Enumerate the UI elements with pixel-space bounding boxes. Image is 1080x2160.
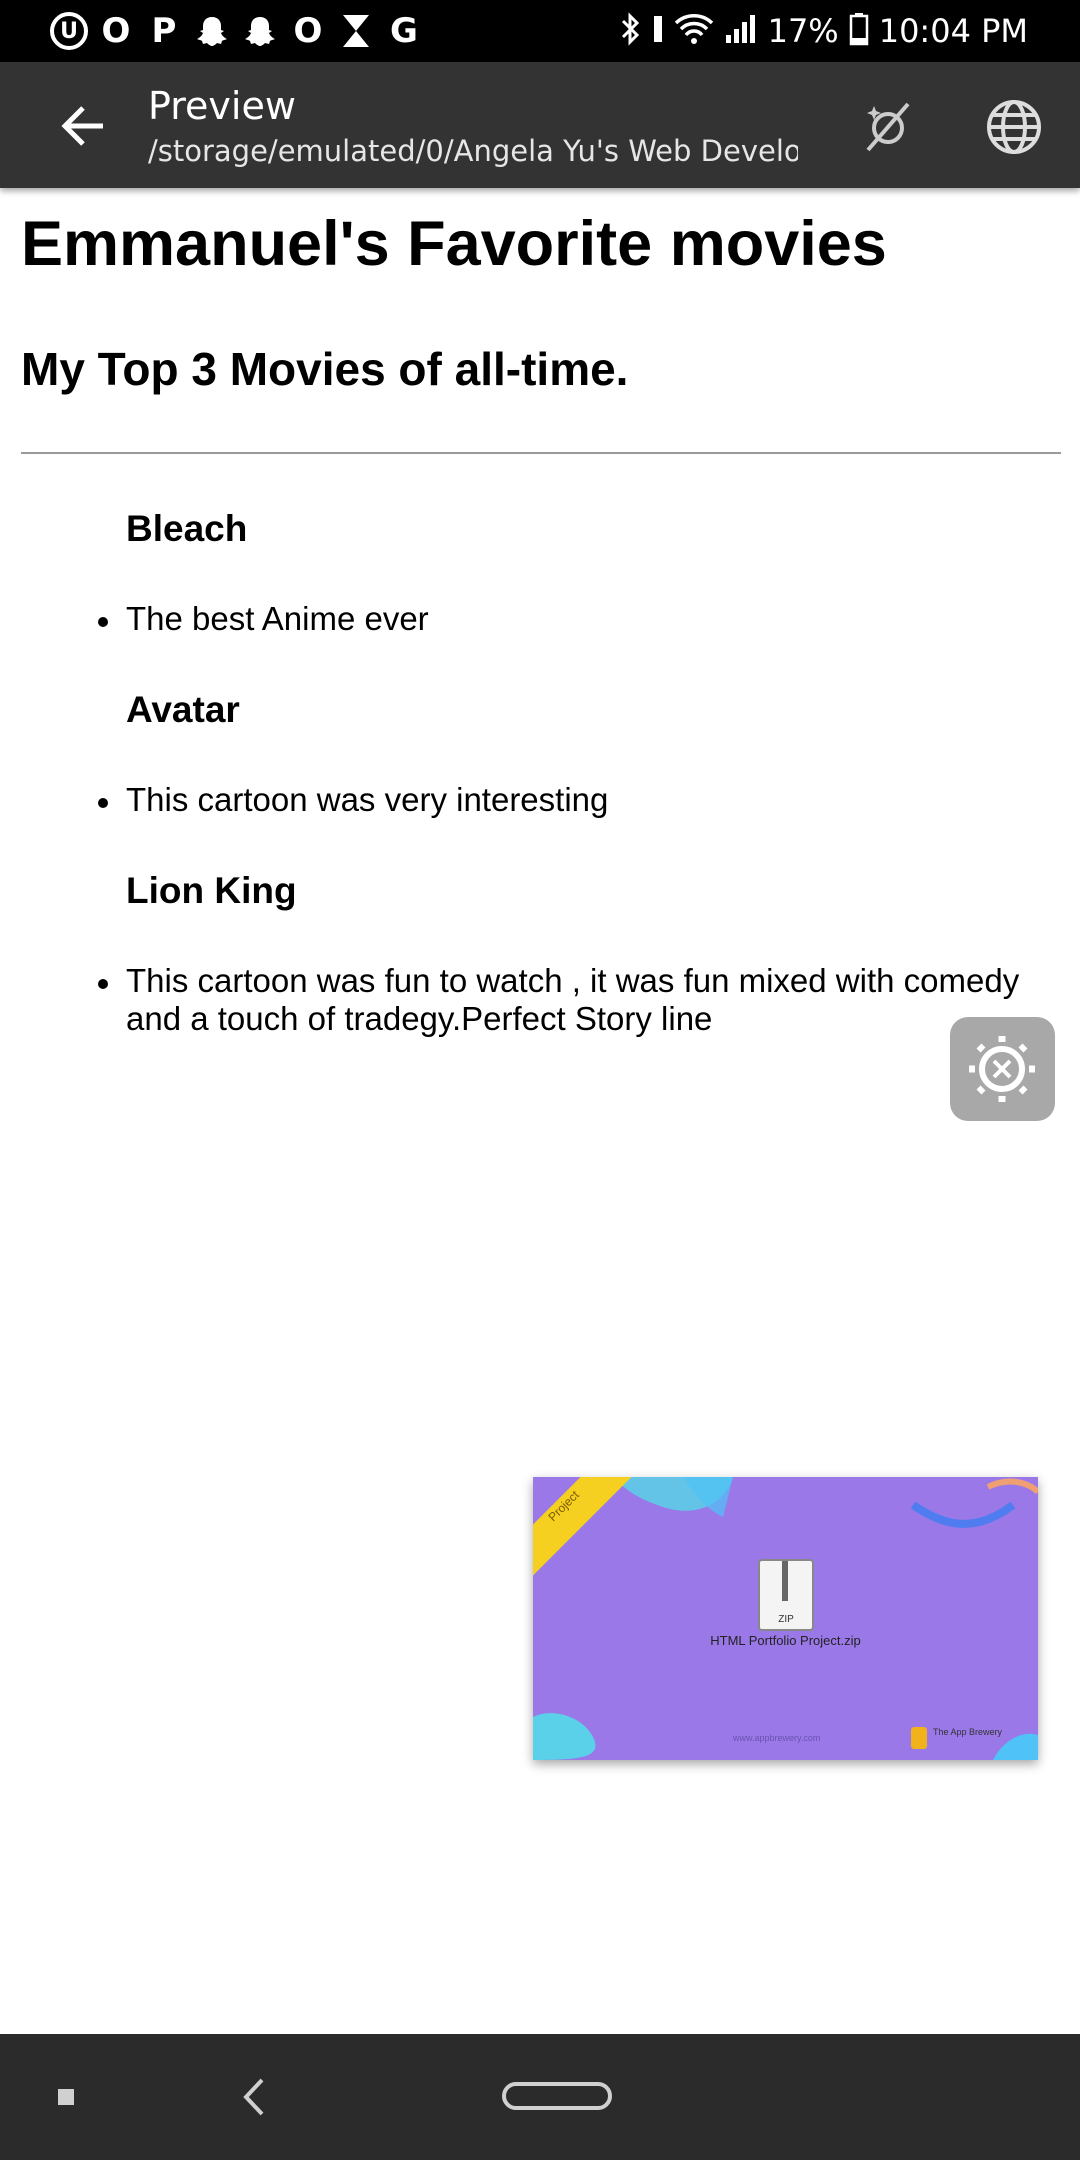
theme-toggle-button[interactable] (860, 98, 916, 154)
zip-file-icon: ZIP (758, 1559, 814, 1631)
movie-description: This cartoon was fun to watch , it was f… (126, 962, 1020, 1037)
vibrate-icon (652, 14, 664, 49)
notification-icons: U O P O G (50, 6, 424, 56)
movie-description: This cartoon was very interesting (126, 781, 609, 818)
movie-title: Bleach (126, 508, 248, 549)
bullet-icon (98, 979, 108, 989)
website-url: www.appbrewery.com (733, 1733, 821, 1743)
notification-icon-6: O (293, 11, 323, 51)
file-path: /storage/emulated/0/Angela Yu's Web Deve… (148, 134, 798, 168)
zip-label: ZIP (778, 1614, 794, 1625)
wifi-icon (674, 13, 714, 50)
signal-icon (724, 13, 758, 50)
video-thumbnail[interactable]: Project ZIP HTML Portfolio Project.zip w… (533, 1477, 1038, 1760)
arrow-left-icon (61, 106, 103, 146)
home-button[interactable] (502, 2082, 612, 2110)
page-subheading: My Top 3 Movies of all-time. (21, 343, 629, 395)
movie-title: Avatar (126, 689, 240, 730)
floating-tools-button[interactable] (950, 1017, 1055, 1121)
notification-icon-8: G (390, 11, 418, 51)
hourglass-icon (336, 11, 376, 51)
status-bar: U O P O G 17% 10:04 PM (0, 0, 1080, 62)
notification-icon-1: U (50, 12, 88, 50)
clock: 10:04 PM (878, 12, 1028, 50)
bluetooth-icon (620, 11, 642, 51)
night-mode-icon (866, 102, 910, 152)
globe-icon (987, 100, 1041, 154)
notification-icon-2: O (101, 11, 131, 51)
recent-apps-button[interactable] (58, 2089, 74, 2105)
snapchat-icon-2 (240, 11, 280, 51)
open-in-browser-button[interactable] (985, 98, 1043, 156)
bullet-icon (98, 617, 108, 627)
movie-title: Lion King (126, 870, 297, 911)
app-brewery-logo-icon (911, 1727, 927, 1749)
snapchat-icon (192, 11, 232, 51)
notification-icon-3: P (151, 11, 177, 51)
zip-file-name: HTML Portfolio Project.zip (710, 1633, 861, 1648)
brand-name: The App Brewery (933, 1727, 1003, 1737)
app-title: Preview (148, 84, 296, 128)
app-bar: Preview /storage/emulated/0/Angela Yu's … (0, 62, 1080, 188)
battery-percentage: 17% (767, 12, 839, 50)
bullet-icon (98, 798, 108, 808)
gear-tools-icon (969, 1036, 1035, 1102)
page-heading: Emmanuel's Favorite movies (21, 209, 887, 279)
back-nav-button[interactable] (238, 2076, 268, 2118)
battery-icon (849, 12, 869, 51)
system-icons: 17% 10:04 PM (620, 0, 1028, 62)
chevron-left-icon (243, 2078, 264, 2116)
navigation-bar (0, 2034, 1080, 2160)
horizontal-rule (21, 452, 1061, 454)
back-button[interactable] (55, 98, 115, 154)
movie-description: The best Anime ever (126, 600, 429, 637)
